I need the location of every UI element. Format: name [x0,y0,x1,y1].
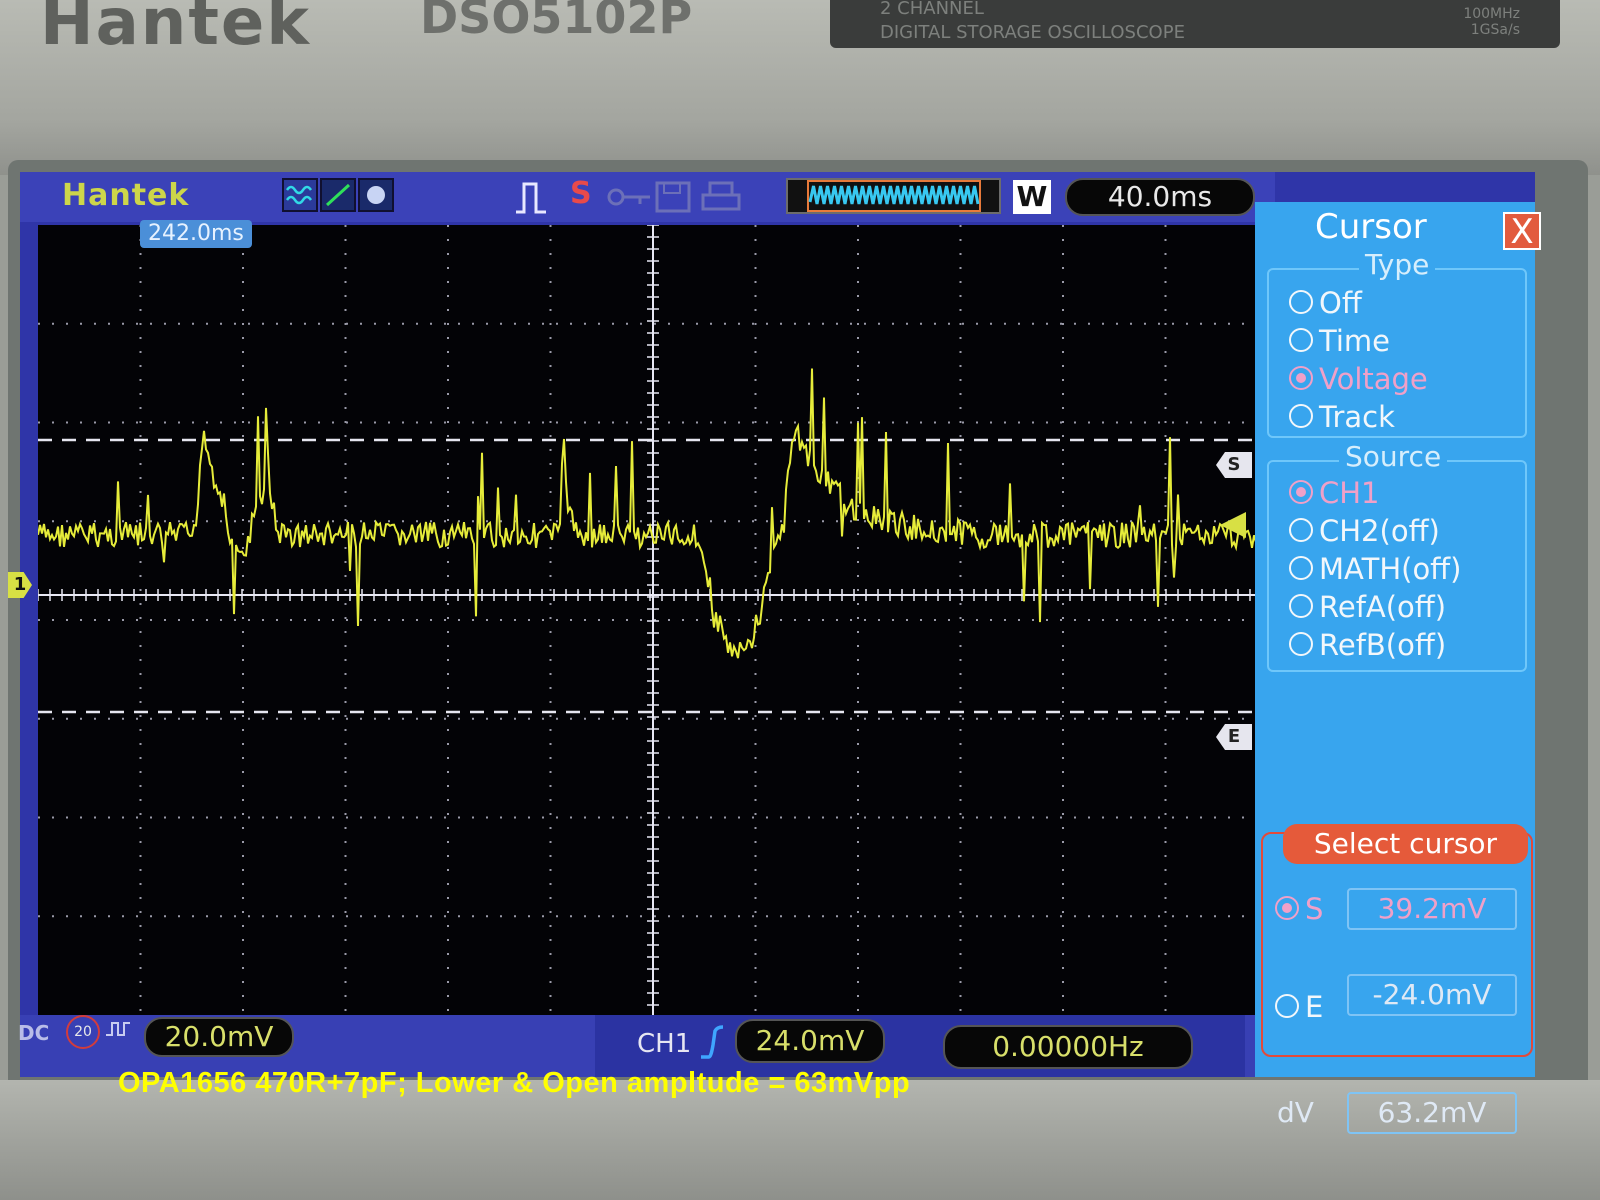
source-option-ch1-label: CH1 [1319,476,1380,510]
source-option-refb-label: RefB(off) [1319,628,1447,662]
cursor-s-value[interactable]: 39.2mV [1347,888,1517,930]
screen-logo: Hantek [62,178,190,213]
trigger-position-tag: 242.0ms [140,220,252,248]
bandwidth-limit-icon: 20 [66,1015,100,1049]
waveform-icon[interactable] [282,178,318,212]
persistence-icon[interactable] [358,178,394,212]
timebase-readout[interactable]: 40.0ms [1065,178,1255,216]
radio-icon [1289,556,1313,580]
radio-icon [1289,290,1313,314]
radio-icon [1289,518,1313,542]
device-spec-bandwidth: 100MHz [1463,6,1520,22]
device-model: DSO5102P [420,0,693,44]
source-group-label: Source [1339,440,1448,473]
top-status-bar: Hantek S W 40.0ms [20,172,1275,222]
trigger-mode-icon [512,178,552,220]
delta-v-value: 63.2mV [1347,1092,1517,1134]
delta-v-label: dV [1277,1096,1314,1129]
cursor-e-value[interactable]: -24.0mV [1347,974,1517,1016]
rising-edge-icon [699,1025,725,1063]
radio-icon [1275,994,1299,1018]
type-option-voltage-label: Voltage [1319,362,1428,396]
source-option-ch2-label: CH2(off) [1319,514,1440,548]
device-spec: 100MHz 1GSa/s [1463,6,1520,38]
cursor-e-label: E [1305,990,1324,1024]
device-spec-samplerate: 1GSa/s [1470,22,1520,38]
waveform-grid [38,225,1268,1015]
device-brand: Hantek [40,0,311,60]
run-status: S [570,176,592,211]
cursor-menu-panel: Cursor X Type Off Time Voltage Track Sou… [1255,202,1541,1134]
device-bezel-top: Hantek DSO5102P 2 CHANNEL DIGITAL STORAG… [0,0,1600,175]
radio-selected-icon [1289,480,1313,504]
device-subtitle-line1: 2 CHANNEL [880,0,984,19]
source-option-refb[interactable]: RefB(off) [1289,628,1446,662]
cursor-e-option[interactable]: E [1275,990,1323,1024]
select-cursor-title: Select cursor [1283,824,1528,864]
type-option-track-label: Track [1319,400,1395,434]
source-option-refa[interactable]: RefA(off) [1289,590,1446,624]
volts-per-div-readout[interactable]: 20.0mV [144,1017,294,1057]
device-subtitle-line2: DIGITAL STORAGE OSCILLOSCOPE [880,22,1185,43]
memory-window-strip [786,178,1001,214]
type-option-off-label: Off [1319,286,1362,320]
photo-caption: OPA1656 470R+7pF; Lower & Open ampltude … [118,1067,911,1099]
radio-selected-icon [1275,896,1299,920]
trigger-level-readout[interactable]: 24.0mV [735,1019,885,1063]
probe-icon [104,1019,134,1043]
coupling-indicator: DC [18,1021,50,1045]
source-option-refa-label: RefA(off) [1319,590,1447,624]
cursor-s-option[interactable]: S [1275,892,1323,926]
printer-icon [700,180,742,218]
source-group: Source CH1 CH2(off) MATH(off) RefA(off) … [1267,440,1527,672]
radio-icon [1289,328,1313,352]
lock-key-icon [606,182,654,216]
type-group-label: Type [1359,248,1436,281]
window-zoom-button[interactable]: W [1013,180,1051,214]
trigger-channel: CH1 [637,1029,692,1059]
source-option-math[interactable]: MATH(off) [1289,552,1461,586]
radio-selected-icon [1289,366,1313,390]
device-info-band: 2 CHANNEL DIGITAL STORAGE OSCILLOSCOPE 1… [830,0,1560,48]
cursor-s-label: S [1305,892,1324,926]
source-option-ch1[interactable]: CH1 [1289,476,1380,510]
cursor-menu-title: Cursor [1315,207,1427,247]
frequency-readout: 0.00000Hz [943,1025,1193,1069]
type-option-voltage[interactable]: Voltage [1289,362,1428,396]
oscilloscope-display: Hantek S W 40.0ms 242.0ms 1 S E DC 20 20… [8,172,1541,1134]
radio-icon [1289,594,1313,618]
type-group: Type Off Time Voltage Track [1267,248,1527,438]
radio-icon [1289,632,1313,656]
type-option-track[interactable]: Track [1289,400,1395,434]
source-option-math-label: MATH(off) [1319,552,1462,586]
save-disk-icon [654,180,692,218]
channel1-ground-marker[interactable]: 1 [8,572,32,598]
type-option-time-label: Time [1319,324,1390,358]
type-option-off[interactable]: Off [1289,286,1362,320]
source-option-ch2[interactable]: CH2(off) [1289,514,1440,548]
radio-icon [1289,404,1313,428]
vector-mode-icon[interactable] [320,178,356,212]
close-menu-button[interactable]: X [1503,212,1541,250]
type-option-time[interactable]: Time [1289,324,1390,358]
